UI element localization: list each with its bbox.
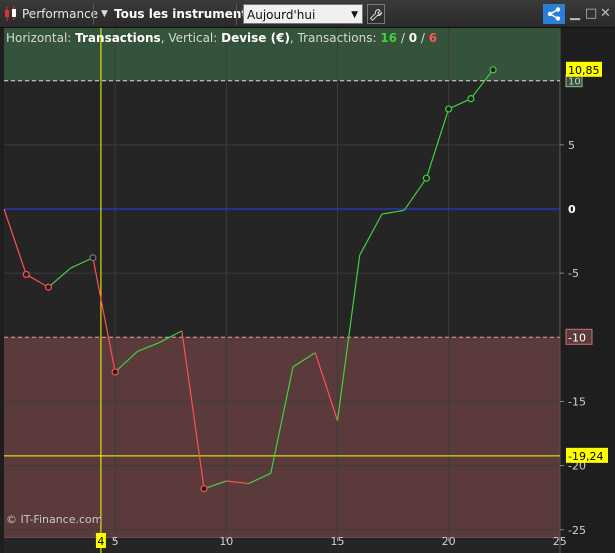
y-tick-label: 5 [568, 139, 575, 152]
data-point [422, 174, 431, 182]
toolbar: Performance ▼ Tous les instruments Aujou… [0, 0, 615, 28]
instruments-selector[interactable]: Tous les instruments [114, 4, 254, 24]
maximize-icon[interactable]: □ [585, 4, 597, 24]
data-point [89, 254, 97, 262]
y-tick-label: -15 [568, 395, 586, 408]
cursor-y-label: -19,24 [568, 450, 603, 463]
data-point [22, 270, 30, 279]
data-point [467, 95, 475, 103]
minimize-icon[interactable]: ▁ [570, 4, 580, 24]
data-point [489, 66, 497, 74]
data-point [445, 105, 453, 113]
x-tick-label: 10 [219, 535, 233, 548]
tx-separator: / [397, 31, 409, 45]
toolbar-divider [236, 3, 237, 25]
share-icon[interactable] [543, 4, 565, 24]
copyright: © IT-Finance.com [6, 513, 103, 526]
data-point [200, 485, 208, 493]
zero-label: 0 [568, 203, 576, 216]
transactions-prefix: , Transactions: [289, 31, 381, 45]
wrench-icon[interactable] [367, 4, 385, 24]
chart-info: Horizontal: Transactions, Vertical: Devi… [6, 31, 437, 45]
toolbar-divider [93, 3, 94, 25]
chevron-down-icon: ▼ [351, 10, 358, 20]
period-select-value: Aujourd'hui [247, 8, 316, 22]
cursor-x-label: 4 [97, 535, 104, 548]
close-icon[interactable]: ✕ [600, 4, 611, 24]
x-tick-label: 15 [330, 535, 344, 548]
lower-level-label: -10 [568, 331, 586, 344]
performance-chart[interactable]: -25-20-15-5501010,85-10-19,245 10 15 20 254 [0, 28, 615, 553]
y-tick-label: -5 [568, 267, 579, 280]
horizontal-prefix: Horizontal: [6, 31, 76, 45]
data-point [44, 283, 53, 291]
period-select[interactable]: Aujourd'hui ▼ [243, 4, 363, 24]
horizontal-value: Transactions [75, 31, 161, 45]
tx-losing-count: 6 [428, 31, 438, 45]
last-value-label: 10,85 [568, 64, 600, 77]
dropdown-icon[interactable]: ▼ [101, 4, 108, 24]
y-tick-label: -25 [568, 524, 586, 537]
vertical-prefix: , Vertical: [160, 31, 222, 45]
upper-level-label: 10 [568, 77, 581, 88]
x-tick-label: 5 [112, 535, 119, 548]
data-point [111, 368, 119, 376]
vertical-value: Devise (€) [221, 31, 290, 45]
x-tick-label: 20 [442, 535, 456, 548]
candlestick-icon[interactable] [4, 4, 18, 24]
tx-separator: / [417, 31, 429, 45]
indicator-label[interactable]: Performance [22, 4, 98, 24]
tx-winning-count: 16 [380, 31, 398, 45]
tx-neutral-count: 0 [408, 31, 418, 45]
x-tick-label: 25 [553, 535, 567, 548]
lower-zone [4, 337, 560, 538]
